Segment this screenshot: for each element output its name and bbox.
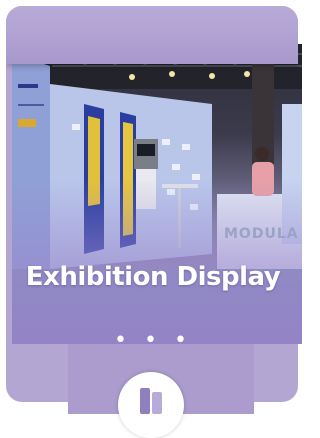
exhibition-booth-photo [12, 44, 302, 344]
card-title: Exhibition Display [25, 262, 281, 292]
category-icon-button[interactable] [118, 372, 184, 438]
booth-sign-text: MODULA [224, 226, 299, 242]
card-header-band [6, 6, 298, 64]
panel-display-icon [140, 388, 162, 414]
photo-tint-overlay [12, 44, 302, 344]
more-options-button[interactable]: • • • [0, 330, 306, 352]
